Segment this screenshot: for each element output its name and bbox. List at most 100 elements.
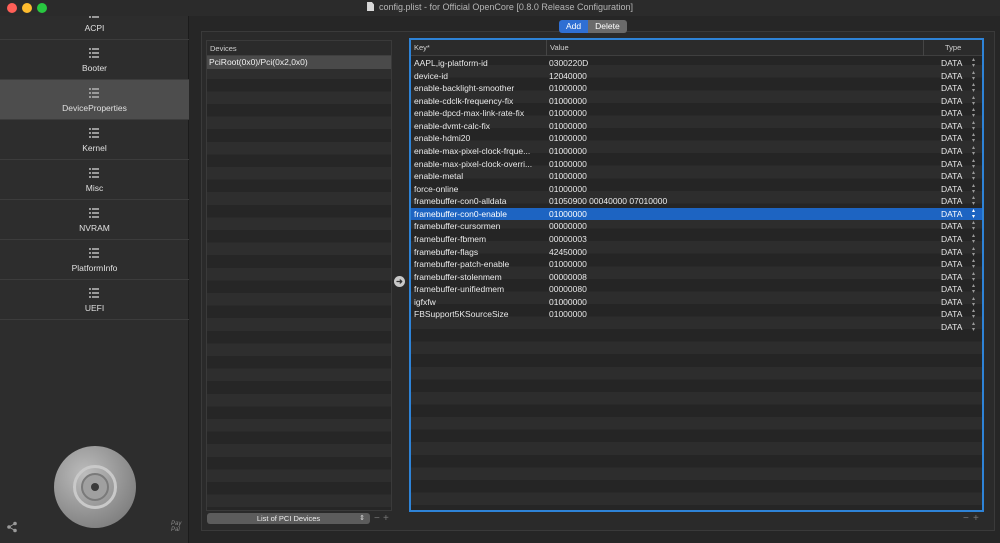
table-row[interactable]: framebuffer-fbmem 00000003 DATA ▴ ▾ xyxy=(411,233,982,246)
key-cell[interactable]: framebuffer-cursormen xyxy=(414,220,546,233)
share-icon[interactable] xyxy=(6,521,18,533)
value-cell[interactable]: 01000000 xyxy=(549,132,919,145)
table-row[interactable]: enable-max-pixel-clock-frque... 01000000 D… xyxy=(411,145,982,158)
value-cell[interactable]: 00000003 xyxy=(549,233,919,246)
sidebar-item-misc[interactable]: Misc xyxy=(0,160,189,200)
key-cell[interactable]: enable-dpcd-max-link-rate-fix xyxy=(414,107,546,120)
value-cell[interactable]: 01000000 xyxy=(549,308,919,321)
key-cell[interactable]: FBSupport5KSourceSize xyxy=(414,308,546,321)
type-stepper-icon[interactable]: ▴ ▾ xyxy=(972,246,980,258)
key-cell[interactable]: framebuffer-stolenmem xyxy=(414,271,546,284)
type-cell[interactable]: DATA xyxy=(941,132,963,145)
type-stepper-icon[interactable]: ▴ ▾ xyxy=(972,170,980,182)
value-cell[interactable]: 01000000 xyxy=(549,158,919,171)
type-stepper-icon[interactable]: ▴ ▾ xyxy=(972,70,980,82)
table-row[interactable]: enable-cdclk-frequency-fix 01000000 DATA ▴ ▾ xyxy=(411,95,982,108)
type-stepper-icon[interactable]: ▴ ▾ xyxy=(972,120,980,132)
key-cell[interactable]: enable-cdclk-frequency-fix xyxy=(414,95,546,108)
key-cell[interactable]: AAPL,ig-platform-id xyxy=(414,57,546,70)
value-cell[interactable]: 01000000 xyxy=(549,170,919,183)
key-cell[interactable]: framebuffer-fbmem xyxy=(414,233,546,246)
type-cell[interactable]: DATA xyxy=(941,283,963,296)
type-cell[interactable]: DATA xyxy=(941,95,963,108)
key-cell[interactable]: enable-max-pixel-clock-frque... xyxy=(414,145,546,158)
value-cell[interactable]: 01000000 xyxy=(549,107,919,120)
type-cell[interactable]: DATA xyxy=(941,57,963,70)
value-cell[interactable]: 01000000 xyxy=(549,183,919,196)
type-cell[interactable]: DATA xyxy=(941,308,963,321)
type-stepper-icon[interactable]: ▴ ▾ xyxy=(972,132,980,144)
value-cell[interactable]: 01000000 xyxy=(549,82,919,95)
key-cell[interactable]: enable-max-pixel-clock-overri... xyxy=(414,158,546,171)
type-stepper-icon[interactable]: ▴ ▾ xyxy=(972,271,980,283)
table-row[interactable]: enable-backlight-smoother 01000000 DATA ▴ ▾ xyxy=(411,82,982,95)
value-cell[interactable]: 12040000 xyxy=(549,70,919,83)
table-row[interactable]: framebuffer-con0-enable 01000000 DATA ▴ ▾ xyxy=(411,207,982,221)
type-stepper-icon[interactable]: ▴ ▾ xyxy=(972,208,980,220)
delete-button[interactable]: Delete xyxy=(588,20,627,33)
type-cell[interactable]: DATA xyxy=(941,208,963,221)
type-cell[interactable]: DATA xyxy=(941,246,963,259)
type-cell[interactable]: DATA xyxy=(941,158,963,171)
value-cell[interactable]: 42450000 xyxy=(549,246,919,259)
table-row[interactable]: device-id 12040000 DATA ▴ ▾ xyxy=(411,70,982,83)
type-stepper-icon[interactable]: ▴ ▾ xyxy=(972,158,980,170)
value-cell[interactable]: 01000000 xyxy=(549,120,919,133)
table-row[interactable]: enable-metal 01000000 DATA ▴ ▾ xyxy=(411,170,982,183)
type-stepper-icon[interactable]: ▴ ▾ xyxy=(972,308,980,320)
table-row[interactable]: force-online 01000000 DATA ▴ ▾ xyxy=(411,183,982,196)
value-cell[interactable]: 01000000 xyxy=(549,296,919,309)
arrow-right-circle-icon[interactable]: ➜ xyxy=(394,276,405,287)
key-cell[interactable]: enable-hdmi20 xyxy=(414,132,546,145)
type-cell[interactable]: DATA xyxy=(941,145,963,158)
table-row[interactable]: AAPL,ig-platform-id 0300220D DATA ▴ ▾ xyxy=(411,57,982,70)
type-cell[interactable]: DATA xyxy=(941,107,963,120)
type-cell[interactable]: DATA xyxy=(941,120,963,133)
value-cell[interactable]: 01000000 xyxy=(549,208,919,221)
type-stepper-icon[interactable]: ▴ ▾ xyxy=(972,283,980,295)
column-header-type[interactable]: Type xyxy=(923,40,982,56)
type-stepper-icon[interactable]: ▴ ▾ xyxy=(972,321,980,333)
remove-property-button[interactable]: − xyxy=(963,513,969,524)
type-cell[interactable]: DATA xyxy=(941,70,963,83)
type-stepper-icon[interactable]: ▴ ▾ xyxy=(972,107,980,119)
key-cell[interactable]: enable-metal xyxy=(414,170,546,183)
column-header-value[interactable]: Value xyxy=(546,40,923,56)
sidebar-item-kernel[interactable]: Kernel xyxy=(0,120,189,160)
sidebar-item-uefi[interactable]: UEFI xyxy=(0,280,189,320)
type-stepper-icon[interactable]: ▴ ▾ xyxy=(972,95,980,107)
type-cell[interactable]: DATA xyxy=(941,220,963,233)
type-cell[interactable]: DATA xyxy=(941,321,963,334)
key-cell[interactable]: igfxfw xyxy=(414,296,546,309)
type-cell[interactable]: DATA xyxy=(941,233,963,246)
type-cell[interactable]: DATA xyxy=(941,195,963,208)
key-cell[interactable]: framebuffer-patch-enable xyxy=(414,258,546,271)
type-stepper-icon[interactable]: ▴ ▾ xyxy=(972,183,980,195)
table-row[interactable]: enable-max-pixel-clock-overri... 01000000… xyxy=(411,158,982,171)
key-cell[interactable]: device-id xyxy=(414,70,546,83)
pci-devices-select[interactable]: List of PCI Devices ⇕ xyxy=(207,513,370,524)
sidebar-item-booter[interactable]: Booter xyxy=(0,40,189,80)
column-header-key[interactable]: Key* xyxy=(411,40,546,56)
key-cell[interactable]: force-online xyxy=(414,183,546,196)
type-cell[interactable]: DATA xyxy=(941,183,963,196)
type-stepper-icon[interactable]: ▴ ▾ xyxy=(972,296,980,308)
key-cell[interactable]: enable-dvmt-calc-fix xyxy=(414,120,546,133)
type-cell[interactable]: DATA xyxy=(941,170,963,183)
table-row[interactable]: framebuffer-flags 42450000 DATA ▴ ▾ xyxy=(411,246,982,259)
add-button[interactable]: Add xyxy=(559,20,589,33)
type-stepper-icon[interactable]: ▴ ▾ xyxy=(972,195,980,207)
value-cell[interactable]: 01000000 xyxy=(549,145,919,158)
sidebar-item-deviceproperties[interactable]: DeviceProperties xyxy=(0,80,189,120)
add-device-button[interactable]: + xyxy=(383,513,389,524)
value-cell[interactable]: 00000008 xyxy=(549,271,919,284)
value-cell[interactable]: 01050900 00040000 07010000 xyxy=(549,195,919,208)
table-row[interactable]: igfxfw 01000000 DATA ▴ ▾ xyxy=(411,296,982,309)
type-stepper-icon[interactable]: ▴ ▾ xyxy=(972,233,980,245)
value-cell[interactable]: 01000000 xyxy=(549,95,919,108)
table-row[interactable]: DATA ▴ ▾ xyxy=(411,321,982,334)
type-cell[interactable]: DATA xyxy=(941,258,963,271)
key-cell[interactable]: framebuffer-con0-enable xyxy=(414,208,546,221)
type-stepper-icon[interactable]: ▴ ▾ xyxy=(972,82,980,94)
key-cell[interactable]: framebuffer-con0-alldata xyxy=(414,195,546,208)
